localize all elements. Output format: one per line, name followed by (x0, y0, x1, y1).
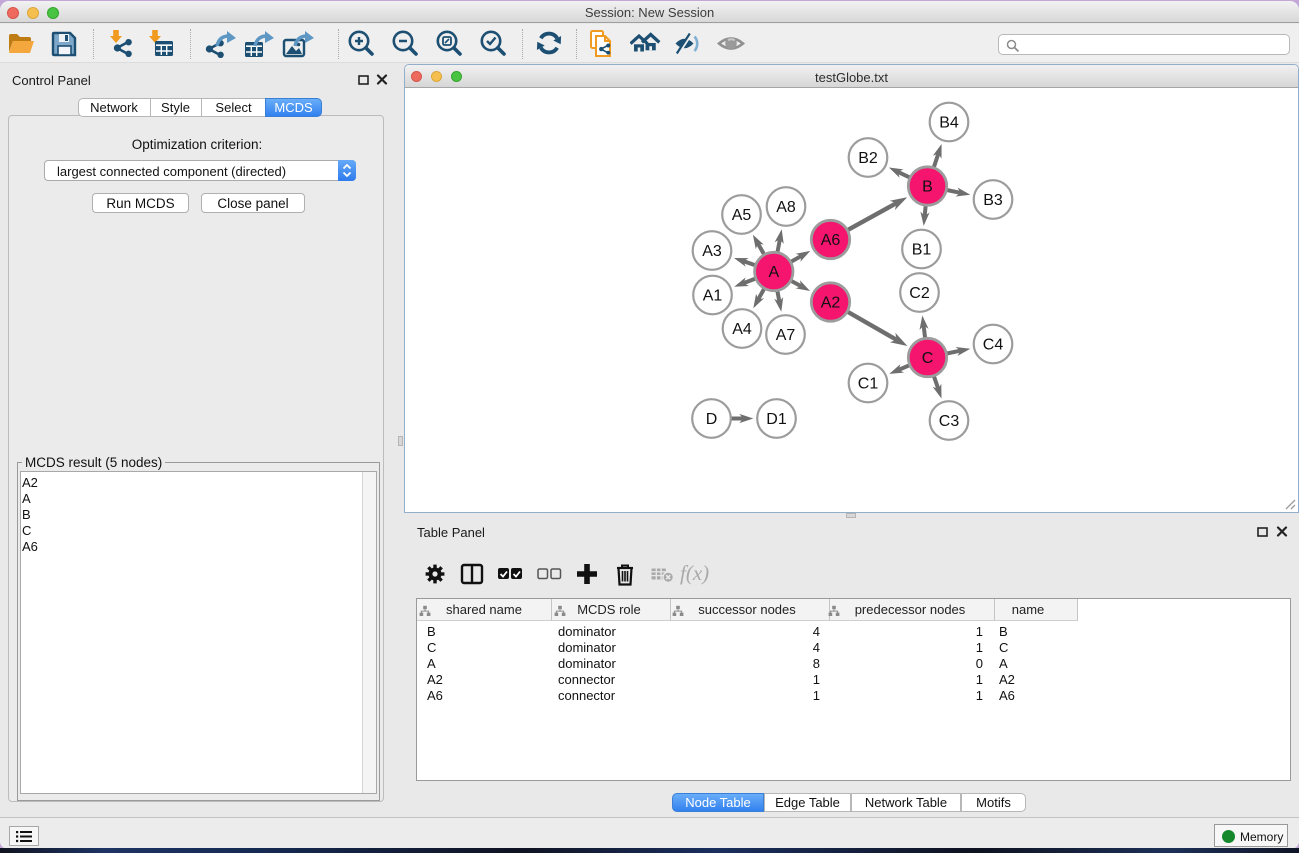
svg-text:A: A (768, 264, 779, 281)
svg-text:A1: A1 (703, 288, 723, 305)
svg-text:A7: A7 (776, 327, 796, 344)
svg-text:D1: D1 (766, 411, 787, 428)
svg-text:B: B (922, 179, 933, 196)
svg-text:B4: B4 (939, 115, 959, 132)
svg-text:A6: A6 (821, 232, 841, 249)
svg-text:A2: A2 (821, 295, 841, 312)
svg-text:C2: C2 (909, 285, 930, 302)
svg-text:A5: A5 (732, 207, 752, 224)
svg-text:A4: A4 (732, 321, 752, 338)
svg-text:A3: A3 (702, 243, 722, 260)
svg-text:C4: C4 (983, 337, 1004, 354)
svg-text:C3: C3 (939, 413, 960, 430)
svg-text:A8: A8 (776, 199, 796, 216)
svg-text:C1: C1 (858, 376, 879, 393)
svg-text:B3: B3 (983, 192, 1003, 209)
svg-text:D: D (706, 411, 718, 428)
svg-text:C: C (922, 350, 934, 367)
svg-text:B1: B1 (912, 242, 932, 259)
svg-text:B2: B2 (858, 150, 878, 167)
